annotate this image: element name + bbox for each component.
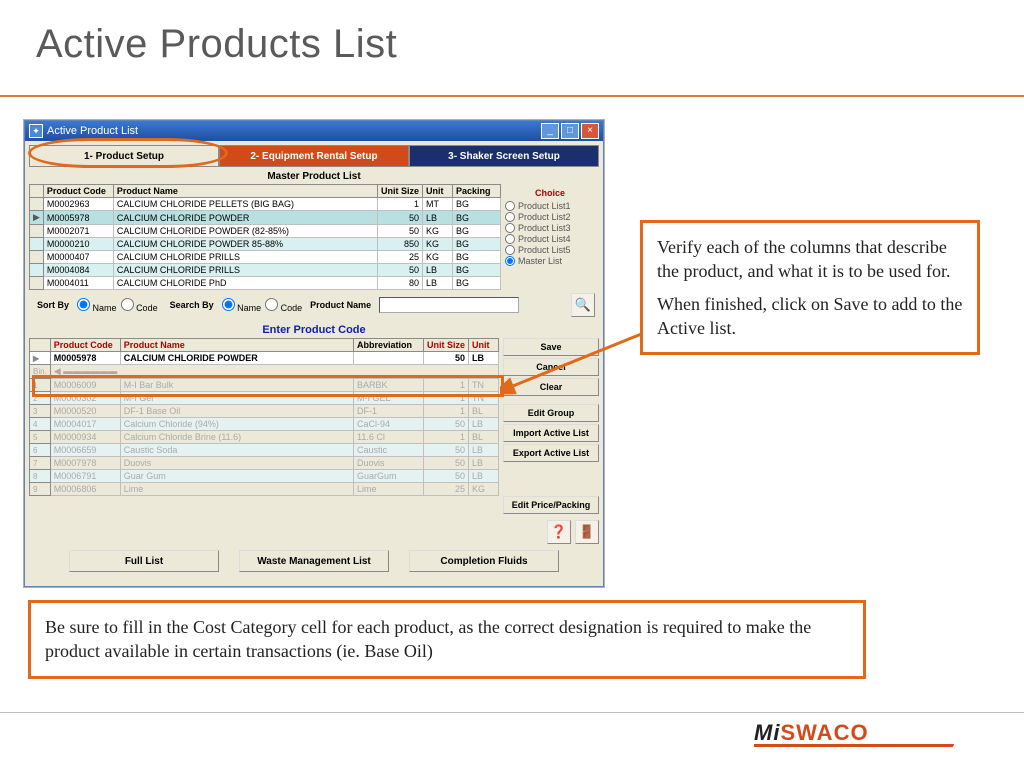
edit-group-button[interactable]: Edit Group <box>503 404 599 422</box>
sort-code-radio[interactable]: Code <box>121 298 158 313</box>
table-row[interactable]: M0002071CALCIUM CHLORIDE POWDER (82-85%)… <box>30 225 501 238</box>
choice-radio[interactable]: Product List3 <box>505 223 595 233</box>
search-code-radio[interactable]: Code <box>265 298 302 313</box>
list-item[interactable]: 2M0000302M-I GelM-I GEL1TN <box>30 392 499 405</box>
minimize-button[interactable]: _ <box>541 123 559 139</box>
table-row[interactable]: M0000210CALCIUM CHLORIDE POWDER 85-88%85… <box>30 238 501 251</box>
app-window: ✦ Active Product List _ □ × 1- Product S… <box>24 120 604 587</box>
import-active-list-button[interactable]: Import Active List <box>503 424 599 442</box>
list-item[interactable]: 7M0007978DuovisDuovis50LB <box>30 457 499 470</box>
choice-radio[interactable]: Product List4 <box>505 234 595 244</box>
save-button[interactable]: Save <box>503 338 599 356</box>
entry-col-code[interactable]: Product Code <box>50 339 120 352</box>
sort-name-radio[interactable]: Name <box>77 298 117 313</box>
tab-product-setup[interactable]: 1- Product Setup <box>29 145 219 167</box>
entry-row-active[interactable]: ▶ M0005978 CALCIUM CHLORIDE POWDER 50 LB <box>30 352 499 365</box>
entry-col-unit[interactable]: Unit <box>469 339 499 352</box>
choice-title: Choice <box>505 188 595 198</box>
maximize-button[interactable]: □ <box>561 123 579 139</box>
search-input[interactable] <box>379 297 519 313</box>
col-product-code[interactable]: Product Code <box>43 185 113 198</box>
clear-button[interactable]: Clear <box>503 378 599 396</box>
close-button[interactable]: × <box>581 123 599 139</box>
edit-price-packing-button[interactable]: Edit Price/Packing <box>503 496 599 514</box>
choice-radio[interactable]: Product List5 <box>505 245 595 255</box>
tab-equipment-rental[interactable]: 2- Equipment Rental Setup <box>219 145 409 167</box>
full-list-button[interactable]: Full List <box>69 550 219 572</box>
cancel-button[interactable]: Cancel <box>503 358 599 376</box>
list-item[interactable]: 8M0006791Guar GumGuarGum50LB <box>30 470 499 483</box>
list-item[interactable]: 6M0006659Caustic SodaCaustic50LB <box>30 444 499 457</box>
exit-icon[interactable]: 🚪 <box>575 520 599 544</box>
app-icon: ✦ <box>29 124 43 138</box>
completion-fluids-button[interactable]: Completion Fluids <box>409 550 559 572</box>
search-name-radio[interactable]: Name <box>222 298 262 313</box>
productname-label: Product Name <box>310 300 371 310</box>
callout-bottom: Be sure to fill in the Cost Category cel… <box>28 600 866 679</box>
col-packing[interactable]: Packing <box>453 185 501 198</box>
table-row[interactable]: M0004084CALCIUM CHLORIDE PRILLS50LBBG <box>30 264 501 277</box>
master-product-list-label: Master Product List <box>29 171 599 182</box>
table-row[interactable]: M0004011CALCIUM CHLORIDE PhD80LBBG <box>30 277 501 290</box>
sortby-label: Sort By <box>37 300 69 310</box>
list-item[interactable]: 3M0000520DF-1 Base OilDF-11BL <box>30 405 499 418</box>
choice-radio[interactable]: Product List1 <box>505 201 595 211</box>
list-item[interactable]: 5M0000934Calcium Chloride Brine (11.6)11… <box>30 431 499 444</box>
choice-panel: Choice Product List1 Product List2 Produ… <box>501 184 599 290</box>
choice-radio[interactable]: Product List2 <box>505 212 595 222</box>
entry-col-name[interactable]: Product Name <box>120 339 353 352</box>
logo: MiSWACO <box>754 720 954 754</box>
export-active-list-button[interactable]: Export Active List <box>503 444 599 462</box>
entry-table[interactable]: Product Code Product Name Abbreviation U… <box>29 338 499 496</box>
search-icon[interactable]: 🔍 <box>571 293 595 317</box>
list-item[interactable]: 4M0004017Calcium Chloride (94%)CaCl-9450… <box>30 418 499 431</box>
table-row[interactable]: M0002963CALCIUM CHLORIDE PELLETS (BIG BA… <box>30 198 501 211</box>
entry-col-abbr[interactable]: Abbreviation <box>354 339 424 352</box>
window-titlebar[interactable]: ✦ Active Product List _ □ × <box>25 121 603 141</box>
footer-divider <box>0 712 1024 713</box>
enter-product-code-label: Enter Product Code <box>29 324 599 336</box>
logo-swoosh-icon <box>754 744 954 754</box>
col-unit[interactable]: Unit <box>423 185 453 198</box>
choice-radio[interactable]: Master List <box>505 256 595 266</box>
table-row[interactable]: ▶M0005978CALCIUM CHLORIDE POWDER50LBBG <box>30 211 501 225</box>
col-product-name[interactable]: Product Name <box>113 185 377 198</box>
searchby-label: Search By <box>170 300 214 310</box>
list-item[interactable]: 9M0006806LimeLime25KG <box>30 483 499 496</box>
page-title: Active Products List <box>36 22 397 67</box>
table-row[interactable]: M0000407CALCIUM CHLORIDE PRILLS25KGBG <box>30 251 501 264</box>
callout-right: Verify each of the columns that describe… <box>640 220 980 355</box>
help-icon[interactable]: ❓ <box>547 520 571 544</box>
waste-management-button[interactable]: Waste Management List <box>239 550 389 572</box>
master-product-table[interactable]: Product Code Product Name Unit Size Unit… <box>29 184 501 290</box>
list-item[interactable]: 1M0006009M-I Bar BulkBARBK1TN <box>30 379 499 392</box>
col-unit-size[interactable]: Unit Size <box>378 185 423 198</box>
divider <box>0 95 1024 97</box>
tab-shaker-screen[interactable]: 3- Shaker Screen Setup <box>409 145 599 167</box>
entry-col-usize[interactable]: Unit Size <box>424 339 469 352</box>
window-title: Active Product List <box>47 125 138 137</box>
